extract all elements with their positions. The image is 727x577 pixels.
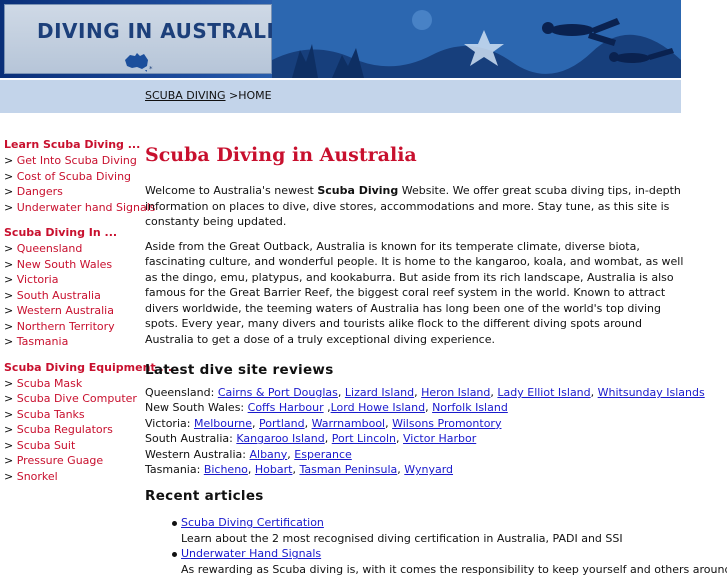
review-link-port-lincoln[interactable]: Port Lincoln (332, 432, 396, 445)
sidebar-item-snorkel[interactable]: > Snorkel (4, 469, 144, 485)
sidebar-item-pressure-guage[interactable]: > Pressure Guage (4, 453, 144, 469)
bullet-icon (172, 552, 177, 558)
main-content: Scuba Diving in Australia Welcome to Aus… (145, 142, 727, 577)
article-link-certification[interactable]: Scuba Diving Certification (181, 516, 324, 529)
bullet-icon (172, 521, 177, 527)
review-link-norfolk-island[interactable]: Norfolk Island (432, 401, 508, 414)
review-row-victoria: Victoria: Melbourne, Portland, Warrnambo… (145, 416, 502, 430)
review-link-coffs-harbour[interactable]: Coffs Harbour (248, 401, 324, 414)
breadcrumb-link-scuba-diving[interactable]: SCUBA DIVING (145, 89, 226, 102)
intro-bold-scuba-diving: Scuba Diving (317, 184, 399, 197)
sidebar-item-scuba-tanks[interactable]: > Scuba Tanks (4, 407, 144, 423)
sidebar-item-south-australia[interactable]: > South Australia (4, 288, 144, 304)
breadcrumb: SCUBA DIVING >HOME (145, 89, 272, 102)
australia-map-icon: * (125, 53, 153, 73)
breadcrumb-bar: SCUBA DIVING >HOME (0, 80, 681, 113)
review-link-lady-elliot-island[interactable]: Lady Elliot Island (497, 386, 590, 399)
reviews-heading: Latest dive site reviews (145, 362, 334, 378)
article-description: As rewarding as Scuba diving is, with it… (181, 562, 727, 576)
review-link-whitsunday-islands[interactable]: Whitsunday Islands (598, 386, 705, 399)
banner-title-plate: DIVING IN AUSTRALIA * (4, 4, 290, 74)
articles-heading: Recent articles (145, 488, 264, 505)
review-row-queensland: Queensland: Cairns & Port Douglas, Lizar… (145, 386, 705, 399)
intro-paragraph: Welcome to Australia's newest Scuba Divi… (145, 184, 681, 228)
sidebar-item-western-australia[interactable]: > Western Australia (4, 303, 144, 319)
sidebar-item-scuba-regulators[interactable]: > Scuba Regulators (4, 422, 144, 438)
sidebar-item-cost[interactable]: > Cost of Scuba Diving (4, 169, 144, 185)
list-item: Underwater Hand Signals As rewarding as … (145, 546, 727, 577)
review-link-bicheno[interactable]: Bicheno (204, 463, 248, 476)
review-link-heron-island[interactable]: Heron Island (421, 386, 490, 399)
review-link-cairns[interactable]: Cairns & Port Douglas (218, 386, 338, 399)
list-item: Scuba Diving Certification Learn about t… (145, 515, 685, 546)
sidebar-item-tasmania[interactable]: > Tasmania (4, 334, 144, 350)
review-link-hobart[interactable]: Hobart (255, 463, 293, 476)
review-link-victor-harbor[interactable]: Victor Harbor (403, 432, 476, 445)
review-link-warrnambool[interactable]: Warrnambool (312, 417, 386, 430)
sidebar-heading-diving-in: Scuba Diving In ... (4, 226, 118, 239)
breadcrumb-current: HOME (238, 89, 272, 102)
sidebar-heading-equipment: Scuba Diving Equipment ... (4, 360, 173, 374)
sidebar: Learn Scuba Diving ... > Get Into Scuba … (4, 137, 173, 485)
review-link-wynyard[interactable]: Wynyard (404, 463, 453, 476)
sidebar-item-hand-signals[interactable]: > Underwater hand Signals (4, 200, 156, 216)
article-description: Learn about the 2 most recognised diving… (181, 531, 623, 545)
review-link-esperance[interactable]: Esperance (294, 448, 351, 461)
sidebar-item-queensland[interactable]: > Queensland (4, 241, 144, 257)
review-link-lord-howe-island[interactable]: Lord Howe Island (331, 401, 425, 414)
site-banner: DIVING IN AUSTRALIA * (0, 0, 681, 78)
about-australia-paragraph: Aside from the Great Outback, Australia … (145, 239, 684, 346)
review-link-albany[interactable]: Albany (249, 448, 287, 461)
review-row-western-australia: Western Australia: Albany, Esperance (145, 447, 352, 461)
review-row-nsw: New South Wales: Coffs Harbour ,Lord How… (145, 401, 508, 415)
svg-text:*: * (149, 65, 153, 73)
sidebar-item-dangers[interactable]: > Dangers (4, 184, 144, 200)
review-link-tasman-peninsula[interactable]: Tasman Peninsula (299, 463, 397, 476)
article-link-hand-signals[interactable]: Underwater Hand Signals (181, 547, 321, 560)
articles-list: Scuba Diving Certification Learn about t… (145, 515, 727, 577)
sidebar-item-scuba-suit[interactable]: > Scuba Suit (4, 438, 144, 454)
sidebar-item-scuba-mask[interactable]: > Scuba Mask (4, 376, 144, 392)
sidebar-heading-learn: Learn Scuba Diving ... (4, 138, 141, 151)
review-row-south-australia: South Australia: Kangaroo Island, Port L… (145, 432, 477, 446)
review-link-portland[interactable]: Portland (259, 417, 305, 430)
page-title: Scuba Diving in Australia (145, 144, 417, 166)
review-link-kangaroo-island[interactable]: Kangaroo Island (236, 432, 324, 445)
site-title: DIVING IN AUSTRALIA (37, 19, 291, 43)
sidebar-item-dive-computer[interactable]: > Scuba Dive Computer (4, 391, 144, 407)
review-row-tasmania: Tasmania: Bicheno, Hobart, Tasman Penins… (145, 462, 454, 476)
sidebar-item-victoria[interactable]: > Victoria (4, 272, 144, 288)
sidebar-item-get-into-scuba[interactable]: > Get Into Scuba Diving (4, 153, 144, 169)
review-link-lizard-island[interactable]: Lizard Island (345, 386, 414, 399)
review-link-melbourne[interactable]: Melbourne (194, 417, 252, 430)
reef-illustration (272, 0, 681, 78)
review-link-wilsons-promontory[interactable]: Wilsons Promontory (392, 417, 501, 430)
breadcrumb-separator: > (229, 89, 239, 102)
sidebar-item-new-south-wales[interactable]: > New South Wales (4, 257, 144, 273)
sidebar-item-northern-territory[interactable]: > Northern Territory (4, 319, 144, 335)
